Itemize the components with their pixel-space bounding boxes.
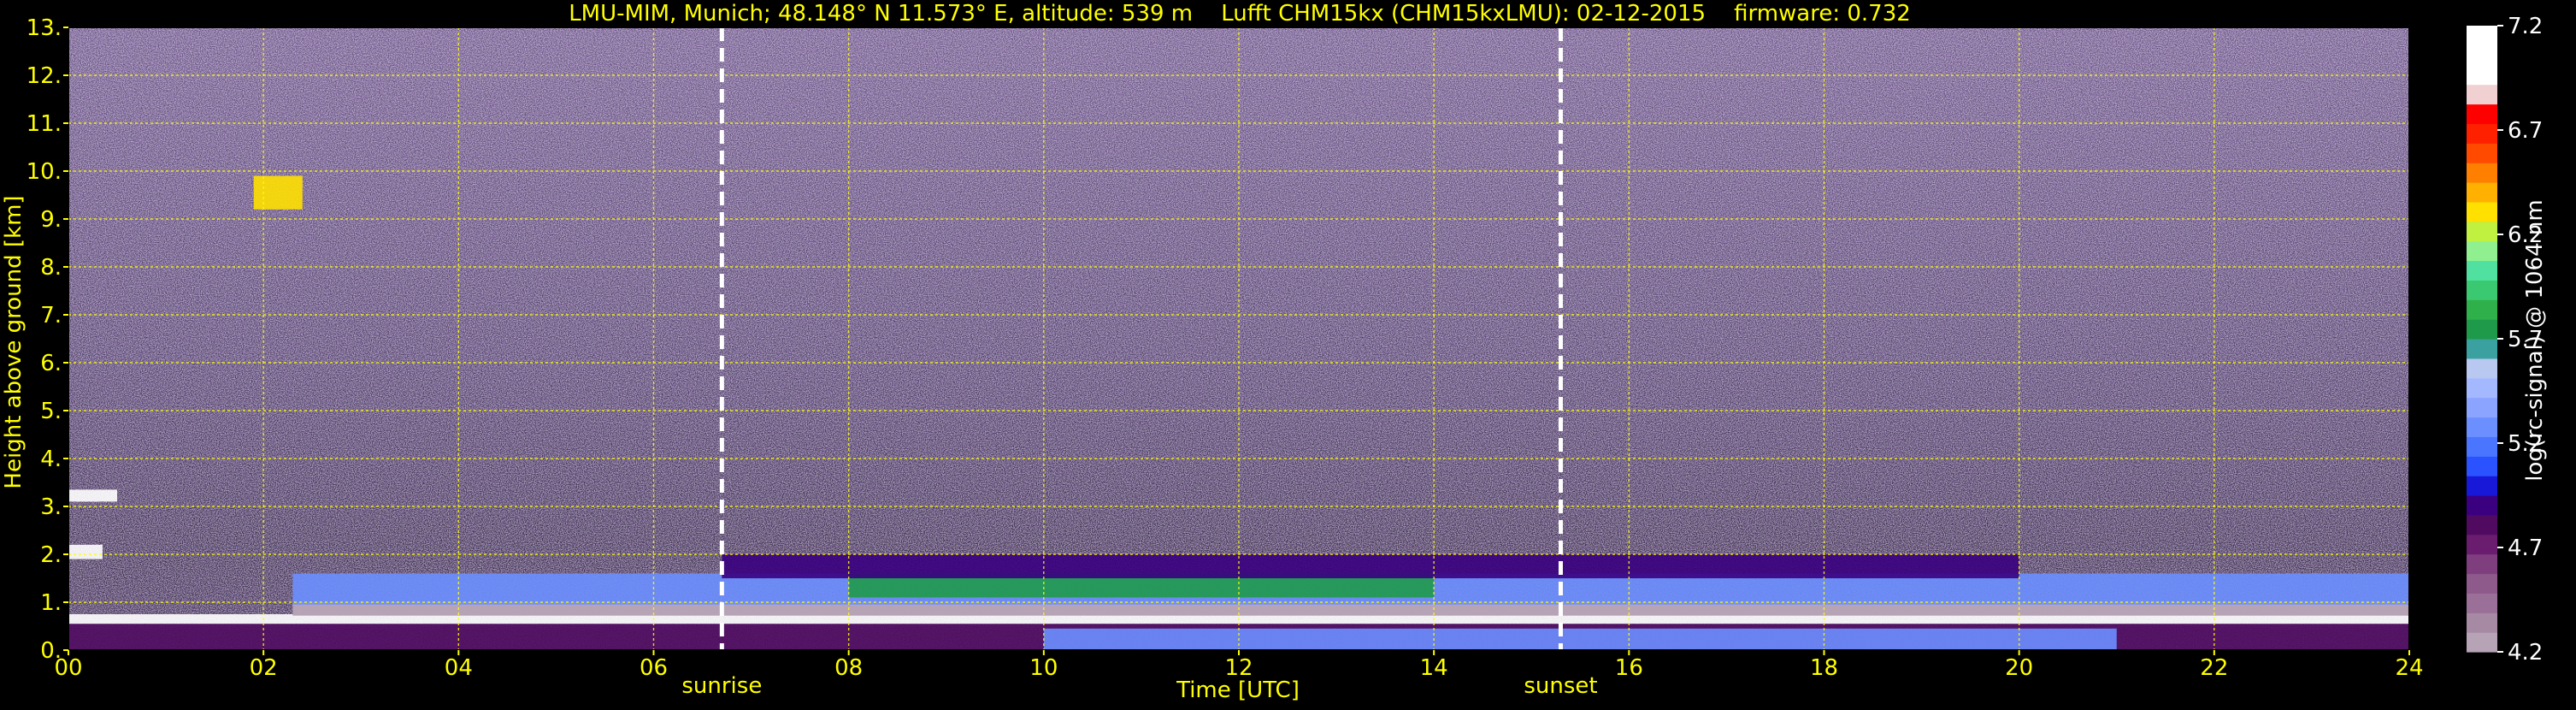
colorbar-segment — [2467, 514, 2497, 535]
x-tick-label: 22 — [2200, 655, 2228, 681]
y-tick-label: 3. — [40, 494, 62, 520]
colorbar-segment — [2467, 632, 2497, 653]
y-tick-label: 4. — [40, 447, 62, 472]
y-tick-label: 1. — [40, 590, 62, 616]
colorbar-segment — [2467, 26, 2497, 46]
layer-7 — [253, 175, 303, 210]
colorbar-tick-label: 4.2 — [2508, 640, 2543, 666]
x-tick-label: 20 — [2005, 655, 2033, 681]
colorbar-segment — [2467, 104, 2497, 124]
colorbar-segment — [2467, 84, 2497, 105]
colorbar-segment — [2467, 299, 2497, 320]
y-tick-label: 10. — [27, 159, 62, 185]
x-tick-label: 00 — [54, 655, 82, 681]
x-tick-label: 14 — [1420, 655, 1448, 681]
colorbar-segment — [2467, 260, 2497, 281]
y-tick-label: 8. — [40, 255, 62, 281]
colorbar-segment — [2467, 397, 2497, 418]
y-tick-label: 11. — [27, 111, 62, 137]
x-tick-label: 16 — [1615, 655, 1643, 681]
y-axis-ticks: 0.1.2.3.4.5.6.7.8.9.10.11.12.13. — [27, 15, 68, 664]
colorbar-segment — [2467, 612, 2497, 633]
marker-label-sunset: sunset — [1524, 673, 1597, 699]
colorbar-segment — [2467, 495, 2497, 516]
colorbar-tick-label: 6.7 — [2508, 118, 2543, 144]
plot-area — [68, 27, 2410, 651]
marker-label-sunrise: sunrise — [681, 673, 762, 699]
x-tick-label: 10 — [1029, 655, 1058, 681]
colorbar-segment — [2467, 240, 2497, 262]
y-tick-label: 6. — [40, 351, 62, 376]
colorbar-segment — [2467, 182, 2497, 203]
colorbar-segment — [2467, 339, 2497, 359]
colorbar-segment — [2467, 163, 2497, 183]
colorbar-segment — [2467, 456, 2497, 476]
colorbar-segment — [2467, 534, 2497, 555]
x-tick-label: 04 — [445, 655, 473, 681]
x-tick-label: 24 — [2395, 655, 2423, 681]
x-tick-label: 06 — [640, 655, 668, 681]
colorbar-segment — [2467, 553, 2497, 575]
x-axis-label: Time [UTC] — [1176, 677, 1300, 703]
colorbar-segment — [2467, 377, 2497, 399]
y-tick-label: 7. — [40, 303, 62, 328]
colorbar — [2467, 26, 2497, 653]
y-tick-label: 2. — [40, 542, 62, 568]
x-tick-label: 08 — [834, 655, 863, 681]
ceilometer-chart: LMU-MIM, Munich; 48.148° N 11.573° E, al… — [0, 0, 2576, 707]
colorbar-segment — [2467, 201, 2497, 222]
layer-9 — [68, 544, 103, 559]
y-axis-label: Height above ground [km] — [1, 195, 27, 488]
layer-1 — [1043, 628, 2117, 650]
colorbar-label: log(rc-signal) @ 1064 nm — [2522, 199, 2548, 481]
colorbar-tick-label: 4.7 — [2508, 535, 2543, 561]
colorbar-segment — [2467, 476, 2497, 496]
colorbar-segment — [2467, 436, 2497, 457]
colorbar-segment — [2467, 417, 2497, 437]
colorbar-segment — [2467, 573, 2497, 594]
x-tick-label: 18 — [1810, 655, 1838, 681]
colorbar-segment — [2467, 64, 2497, 86]
y-tick-label: 13. — [27, 15, 62, 41]
colorbar-segment — [2467, 221, 2497, 242]
chart-svg: LMU-MIM, Munich; 48.148° N 11.573° E, al… — [1, 1, 2548, 703]
x-axis-ticks: 00 02 04 06 08 10 12 14 16 18 20 22 24 — [54, 650, 2424, 681]
colorbar-segment — [2467, 358, 2497, 379]
colorbar-segment — [2467, 143, 2497, 163]
colorbar-segment — [2467, 593, 2497, 613]
colorbar-segment — [2467, 280, 2497, 300]
x-tick-label: 02 — [250, 655, 278, 681]
colorbar-tick-label: 7.2 — [2508, 14, 2543, 39]
colorbar-segment — [2467, 44, 2497, 66]
y-tick-label: 9. — [40, 207, 62, 233]
y-tick-label: 12. — [27, 63, 62, 89]
chart-title: LMU-MIM, Munich; 48.148° N 11.573° E, al… — [569, 1, 1911, 27]
y-tick-label: 5. — [40, 399, 62, 424]
colorbar-segment — [2467, 123, 2497, 144]
colorbar-segment — [2467, 319, 2497, 340]
layer-8 — [68, 489, 118, 502]
